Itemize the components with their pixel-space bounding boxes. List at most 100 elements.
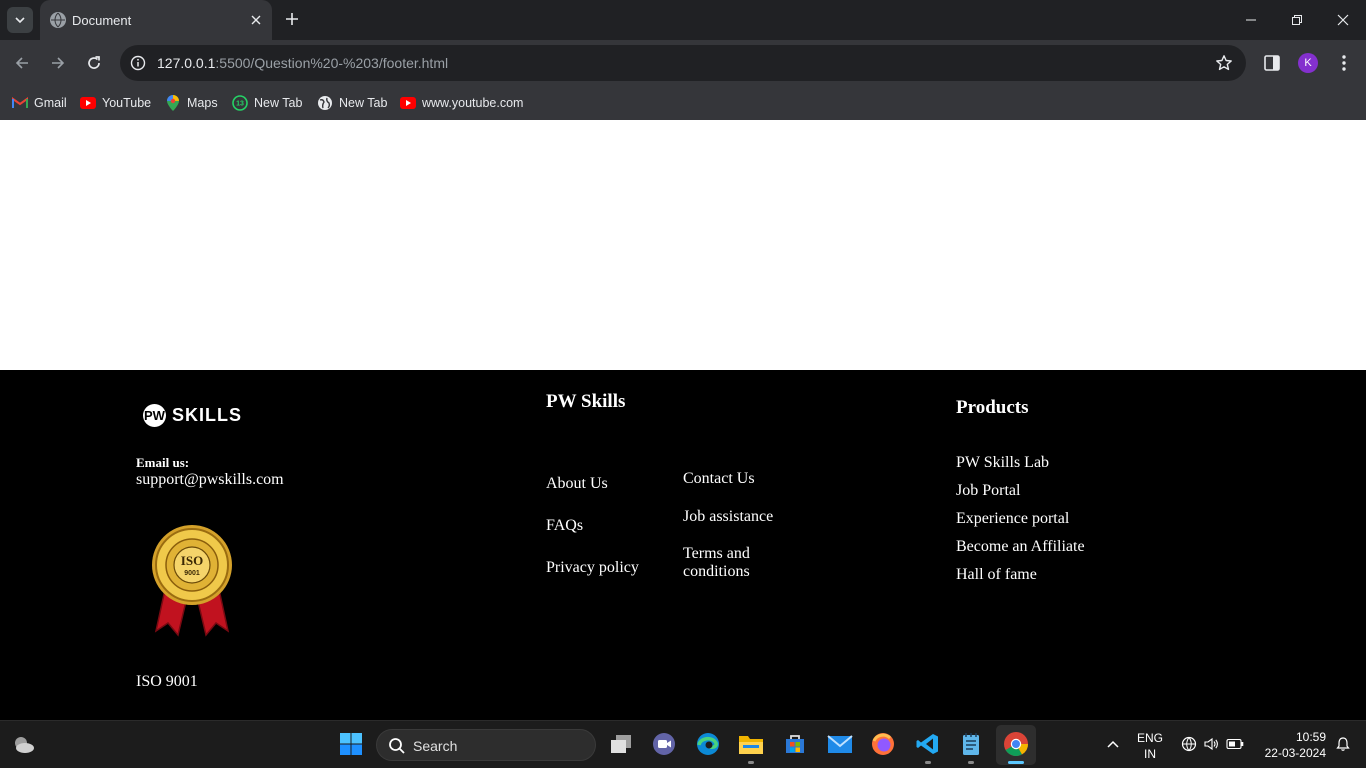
bookmark-gmail[interactable]: Gmail: [12, 93, 67, 113]
address-bar[interactable]: 127.0.0.1:5500/Question%20-%203/footer.h…: [120, 45, 1246, 81]
mail-icon[interactable]: [827, 731, 853, 757]
task-view-icon[interactable]: [608, 731, 634, 757]
footer-link-terms-and-conditions[interactable]: Terms and conditions: [683, 545, 773, 581]
weather-icon[interactable]: [10, 731, 36, 757]
profile-avatar[interactable]: K: [1298, 53, 1318, 73]
volume-icon[interactable]: [1198, 731, 1224, 757]
arrow-right-icon: [52, 57, 65, 69]
bookmark-star-icon[interactable]: [1214, 53, 1234, 73]
active-app-indicator: [1008, 761, 1024, 764]
bookmark-youtube[interactable]: YouTube: [80, 93, 151, 113]
tab-search-button[interactable]: [7, 7, 33, 33]
close-window-button[interactable]: [1320, 0, 1366, 40]
browser-tab-active[interactable]: Document: [40, 0, 272, 40]
bookmark-youtube-url[interactable]: www.youtube.com: [400, 93, 523, 113]
iso-caption: ISO 9001: [136, 673, 198, 690]
search-label: Search: [413, 738, 458, 754]
running-indicator: [968, 761, 974, 764]
footer-link-faqs[interactable]: FAQs: [546, 517, 583, 535]
bookmark-new-tab-globe[interactable]: New Tab: [317, 93, 387, 113]
file-explorer-icon[interactable]: [738, 731, 764, 757]
iso-certification-seal-icon: ISO 9001: [152, 525, 232, 637]
close-icon: [1337, 14, 1349, 26]
back-button[interactable]: [10, 51, 34, 75]
notification-bell-icon[interactable]: [1330, 731, 1356, 757]
side-panel-icon[interactable]: [1262, 53, 1282, 73]
url-path: :5500/Question%20-%203/footer.html: [215, 55, 449, 71]
whatsapp-icon: 13: [232, 95, 248, 111]
battery-icon[interactable]: [1222, 731, 1248, 757]
browser-toolbar: 127.0.0.1:5500/Question%20-%203/footer.h…: [0, 40, 1366, 86]
plus-icon: [286, 13, 298, 25]
restore-icon: [1292, 15, 1302, 25]
more-options-icon[interactable]: [1334, 53, 1354, 73]
chevron-down-icon: [15, 17, 25, 24]
edge-icon[interactable]: [695, 731, 721, 757]
minimize-icon: [1246, 19, 1256, 21]
url-host: 127.0.0.1: [157, 55, 216, 71]
url-text: 127.0.0.1:5500/Question%20-%203/footer.h…: [157, 55, 448, 71]
forward-button[interactable]: [46, 51, 70, 75]
pw-skills-logo[interactable]: PW SKILLS: [143, 404, 242, 427]
arrow-left-icon: [15, 57, 28, 69]
reload-button[interactable]: [82, 51, 106, 75]
input-language[interactable]: ENG: [1134, 731, 1166, 745]
bookmark-label: New Tab: [254, 96, 303, 110]
chrome-icon: [1003, 731, 1029, 757]
email-address: support@pwskills.com: [136, 471, 284, 488]
whatsapp-badge: 13: [236, 101, 244, 108]
firefox-icon[interactable]: [870, 731, 896, 757]
iso-seal-text: ISO: [181, 553, 203, 568]
globe-icon: [317, 95, 333, 111]
reload-icon: [88, 56, 100, 69]
bookmark-label: New Tab: [339, 96, 388, 110]
browser-tab-strip: Document: [0, 0, 1366, 40]
footer-link-pw-skills-lab[interactable]: PW Skills Lab: [956, 454, 1049, 472]
notepad-icon[interactable]: [958, 731, 984, 757]
bookmark-new-tab-whatsapp[interactable]: 13 New Tab: [232, 93, 302, 113]
globe-icon: [50, 12, 66, 28]
site-info-icon[interactable]: [128, 53, 148, 73]
restore-button[interactable]: [1274, 0, 1320, 40]
microsoft-store-icon[interactable]: [782, 731, 808, 757]
bookmark-label: YouTube: [102, 96, 152, 110]
search-icon: [389, 738, 405, 754]
footer-link-contact-us[interactable]: Contact Us: [683, 470, 755, 488]
bookmark-label: Gmail: [34, 96, 67, 110]
close-tab-icon[interactable]: [248, 12, 264, 28]
tab-title: Document: [72, 13, 132, 28]
clock-date: 22-03-2024: [1264, 746, 1326, 760]
teams-meet-icon[interactable]: [651, 731, 677, 757]
running-indicator: [748, 761, 754, 764]
maps-icon: [165, 95, 181, 111]
bookmark-label: www.youtube.com: [422, 96, 524, 110]
logo-text: SKILLS: [172, 405, 243, 425]
footer-link-job-assistance[interactable]: Job assistance: [683, 508, 773, 526]
footer-link-about-us[interactable]: About Us: [546, 475, 608, 493]
footer-link-become-an-affiliate[interactable]: Become an Affiliate: [956, 538, 1085, 556]
start-windows-icon[interactable]: [338, 731, 364, 757]
iso-seal-number: 9001: [184, 570, 200, 577]
input-region: IN: [1144, 747, 1156, 761]
pw-logo-badge-icon: PW: [143, 404, 166, 427]
site-footer: PW SKILLS Email us: support@pwskills.com…: [0, 370, 1366, 720]
clock-time[interactable]: 10:59: [1256, 730, 1326, 744]
products-heading: Products: [956, 397, 1029, 418]
footer-link-privacy-policy[interactable]: Privacy policy: [546, 559, 639, 577]
bookmark-maps[interactable]: Maps: [165, 93, 218, 113]
footer-link-experience-portal[interactable]: Experience portal: [956, 510, 1069, 528]
taskbar-search[interactable]: Search: [376, 729, 596, 761]
show-hidden-icons-chevron-up-icon[interactable]: [1100, 731, 1126, 757]
youtube-icon: [80, 95, 96, 111]
windows-taskbar: Search ENG IN 10:59 22-03-2024: [0, 720, 1366, 768]
youtube-icon: [400, 95, 416, 111]
pw-skills-heading: PW Skills: [546, 391, 626, 412]
footer-link-job-portal[interactable]: Job Portal: [956, 482, 1020, 500]
vscode-icon[interactable]: [915, 731, 941, 757]
new-tab-button[interactable]: [282, 10, 302, 30]
email-label: Email us:: [136, 455, 190, 470]
minimize-button[interactable]: [1228, 0, 1274, 40]
footer-link-hall-of-fame[interactable]: Hall of fame: [956, 566, 1037, 584]
bookmarks-bar: Gmail YouTube Maps 13 New Tab New Tab ww…: [0, 86, 1366, 120]
gmail-icon: [12, 95, 28, 111]
